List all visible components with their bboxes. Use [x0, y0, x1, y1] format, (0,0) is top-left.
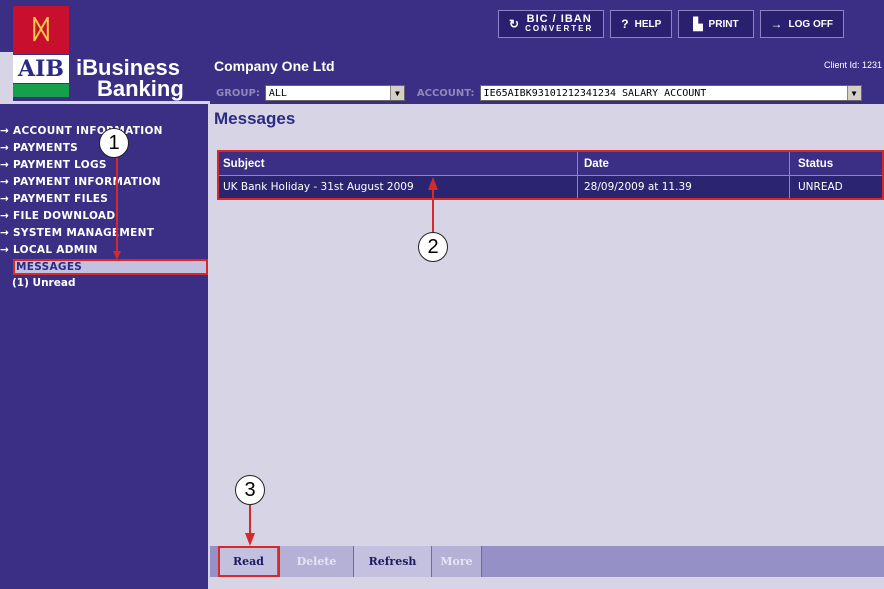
- callout-1: 1: [99, 128, 129, 158]
- column-date[interactable]: Date: [578, 152, 790, 175]
- aib-logo: ᛞ AIB iBusiness Banking: [13, 6, 210, 101]
- company-header: Company One Ltd Client Id: 1231: [210, 52, 884, 82]
- print-label: PRINT: [708, 18, 739, 30]
- callout-3: 3: [235, 475, 265, 505]
- print-button[interactable]: ▙ PRINT: [678, 10, 754, 38]
- action-bar: Read Delete Refresh More: [210, 546, 884, 577]
- read-highlight: Read: [218, 546, 280, 577]
- group-select[interactable]: ALL ▼: [264, 85, 405, 101]
- cell-date: 28/09/2009 at 11.39: [578, 175, 790, 198]
- sidebar: → ACCOUNT INFORMATION → PAYMENTS → PAYME…: [0, 104, 208, 589]
- help-button[interactable]: ? HELP: [610, 10, 673, 38]
- refresh-icon: ↻: [509, 17, 520, 31]
- sidebar-item-payment-files[interactable]: → PAYMENT FILES: [0, 191, 208, 208]
- bic-label: BIC / IBAN: [526, 13, 592, 25]
- banking-title: Banking: [97, 76, 184, 101]
- column-subject[interactable]: Subject: [219, 152, 578, 175]
- sidebar-item-payment-logs[interactable]: → PAYMENT LOGS: [0, 157, 208, 174]
- question-icon: ?: [621, 17, 629, 31]
- arrow-right-icon: →: [770, 17, 783, 31]
- sidebar-item-payment-information[interactable]: → PAYMENT INFORMATION: [0, 174, 208, 191]
- sidebar-item-messages[interactable]: MESSAGES: [13, 259, 208, 275]
- chevron-down-icon[interactable]: ▼: [846, 86, 861, 100]
- aib-wordmark: AIB: [13, 55, 69, 83]
- sidebar-item-local-admin[interactable]: → LOCAL ADMIN: [0, 242, 208, 259]
- callout-2: 2: [418, 232, 448, 262]
- filter-bar: GROUP: ALL ▼ ACCOUNT: IE65AIBK9310121234…: [210, 82, 884, 104]
- client-id: Client Id: 1231: [823, 60, 882, 70]
- account-select[interactable]: IE65AIBK93101212341234 SALARY ACCOUNT ▼: [479, 85, 862, 101]
- chevron-down-icon[interactable]: ▼: [389, 86, 404, 100]
- cell-subject: UK Bank Holiday - 31st August 2009: [219, 175, 578, 198]
- sidebar-item-file-download[interactable]: → FILE DOWNLOAD: [0, 208, 208, 225]
- document-icon: ▙: [693, 17, 703, 31]
- messages-table: Subject Date Status UK Bank Holiday - 31…: [217, 150, 884, 200]
- main-content: Messages Subject Date Status UK Bank Hol…: [210, 104, 884, 589]
- log-off-label: LOG OFF: [788, 18, 833, 30]
- group-label: GROUP:: [216, 87, 260, 99]
- account-label: ACCOUNT:: [416, 87, 475, 99]
- column-status[interactable]: Status: [790, 152, 882, 175]
- aib-emblem-icon: ᛞ: [13, 6, 69, 54]
- group-value: ALL: [268, 87, 287, 99]
- table-header: Subject Date Status: [219, 152, 882, 175]
- bic-iban-converter-button[interactable]: ↻ BIC / IBAN CONVERTER: [498, 10, 605, 38]
- sidebar-item-system-management[interactable]: → SYSTEM MANAGEMENT: [0, 225, 208, 242]
- log-off-button[interactable]: → LOG OFF: [759, 10, 844, 38]
- refresh-button[interactable]: Refresh: [354, 546, 432, 577]
- table-row[interactable]: UK Bank Holiday - 31st August 2009 28/09…: [219, 175, 882, 198]
- top-toolbar: ↻ BIC / IBAN CONVERTER ? HELP ▙ PRINT → …: [498, 10, 844, 38]
- delete-button[interactable]: Delete: [280, 546, 354, 577]
- more-button[interactable]: More: [432, 546, 482, 577]
- cell-status: UNREAD: [790, 175, 882, 198]
- sidebar-item-unread[interactable]: (1) Unread: [0, 275, 208, 291]
- logo-green-stripe: [13, 84, 69, 97]
- account-value: IE65AIBK93101212341234 SALARY ACCOUNT: [483, 87, 707, 99]
- messages-label: MESSAGES: [16, 261, 83, 273]
- converter-label: CONVERTER: [525, 24, 594, 33]
- read-button[interactable]: Read: [220, 548, 278, 575]
- company-name: Company One Ltd: [214, 58, 335, 74]
- page-title: Messages: [214, 109, 296, 128]
- help-label: HELP: [634, 18, 662, 30]
